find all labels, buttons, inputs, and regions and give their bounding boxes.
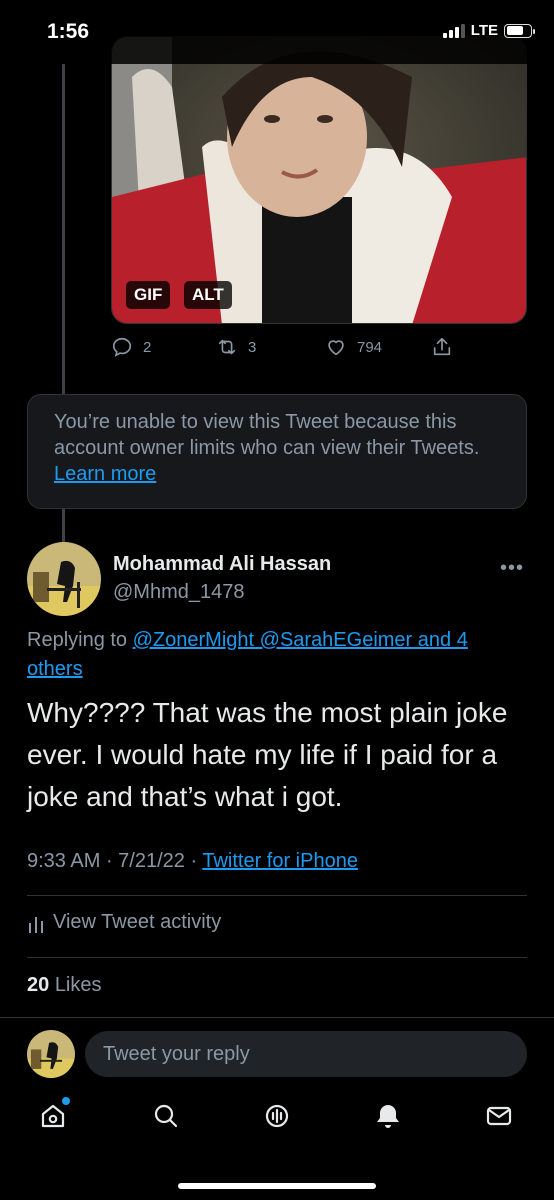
network-type: LTE — [470, 22, 498, 39]
likes-count: 20 — [27, 974, 50, 996]
replying-to: Replying to @ZonerMight @SarahEGeimer an… — [27, 626, 527, 684]
current-user-avatar — [27, 1030, 75, 1078]
like-count: 794 — [357, 338, 383, 356]
reply-input[interactable]: Tweet your reply — [85, 1031, 527, 1077]
retweet-icon — [218, 339, 236, 355]
tweet-time: 9:33 AM — [27, 850, 101, 872]
retweet-button[interactable]: 3 — [216, 336, 256, 358]
home-indicator — [178, 1183, 376, 1189]
gif-badge: GIF — [126, 281, 171, 309]
reply-button[interactable]: 2 — [111, 336, 151, 358]
view-tweet-activity-button[interactable]: View Tweet activity — [27, 911, 221, 934]
status-indicators: LTE — [442, 22, 535, 39]
home-notification-dot — [62, 1097, 70, 1105]
signal-icon — [442, 23, 465, 38]
tab-home[interactable] — [38, 1097, 70, 1131]
tab-spaces[interactable] — [262, 1101, 292, 1131]
divider — [27, 895, 527, 896]
activity-icon — [29, 916, 43, 933]
unavailable-tweet-notice: You’re unable to view this Tweet because… — [27, 394, 527, 509]
replying-prefix: Replying to — [27, 629, 128, 651]
meta-separator: · — [105, 850, 119, 872]
tab-messages[interactable] — [484, 1101, 514, 1131]
tweet-media-gif[interactable]: GIF ALT — [111, 36, 527, 324]
author-name[interactable]: Mohammad Ali Hassan — [113, 553, 331, 576]
spaces-icon — [265, 1104, 289, 1128]
battery-icon — [504, 23, 535, 38]
messages-icon — [486, 1106, 512, 1126]
tweet-actions: 2 3 794 — [111, 336, 527, 362]
reply-bar-divider — [0, 1017, 554, 1018]
divider — [27, 957, 527, 958]
home-icon — [41, 1104, 65, 1128]
tweet-meta: 9:33 AM · 7/21/22 · Twitter for iPhone — [27, 850, 358, 873]
retweet-count: 3 — [248, 338, 257, 356]
tweet-text: Why???? That was the most plain joke eve… — [27, 697, 508, 812]
alt-text-button[interactable]: ALT — [184, 281, 232, 309]
notifications-icon — [377, 1105, 399, 1128]
likes-label: Likes — [54, 974, 102, 996]
unavailable-message: You’re unable to view this Tweet because… — [54, 411, 480, 459]
tweet-date: 7/21/22 — [118, 850, 185, 872]
author-avatar[interactable] — [27, 542, 101, 616]
avatar-image — [27, 1030, 75, 1078]
media-image — [112, 37, 526, 323]
like-button[interactable]: 794 — [325, 336, 382, 358]
thread-line — [62, 64, 65, 394]
likes-summary[interactable]: 20 Likes — [27, 974, 102, 997]
status-bar: 1:56 LTE — [0, 0, 554, 64]
learn-more-link[interactable]: Learn more — [54, 463, 156, 485]
tweet-source-link[interactable]: Twitter for iPhone — [202, 850, 358, 872]
share-button[interactable] — [431, 336, 453, 358]
meta-separator: · — [190, 850, 203, 872]
tab-search[interactable] — [151, 1101, 181, 1131]
heart-icon — [328, 340, 344, 356]
author-handle[interactable]: @Mhmd_1478 — [113, 581, 244, 604]
share-icon — [433, 337, 451, 356]
avatar-image — [27, 542, 101, 616]
search-icon — [154, 1104, 178, 1128]
tab-notifications[interactable] — [373, 1101, 403, 1131]
more-options-icon[interactable]: ••• — [500, 557, 524, 580]
reply-icon — [112, 337, 132, 357]
tab-bar — [0, 1095, 554, 1145]
reply-count: 2 — [143, 338, 152, 356]
status-time: 1:56 — [47, 20, 90, 43]
activity-label: View Tweet activity — [53, 911, 222, 933]
thread-line — [62, 509, 65, 543]
